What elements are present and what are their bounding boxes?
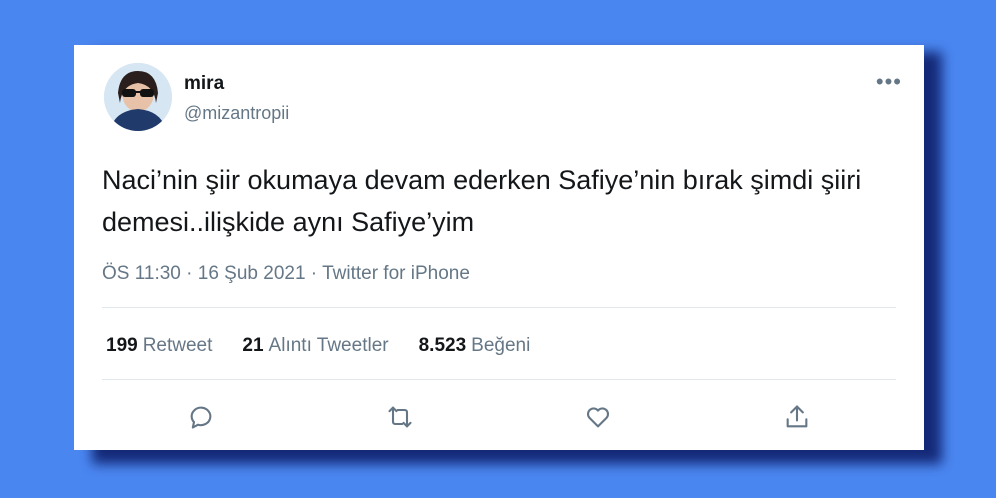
quote-label: Alıntı Tweetler — [268, 335, 389, 356]
tweet-card: mira @mizantropii ••• Naci’nin şiir okum… — [74, 45, 924, 450]
retweet-stat[interactable]: 199 Retweet — [106, 335, 212, 357]
more-icon[interactable]: ••• — [876, 69, 902, 95]
quote-count: 21 — [242, 335, 264, 356]
reply-icon[interactable] — [181, 397, 221, 437]
tweet-source[interactable]: Twitter for iPhone — [322, 263, 470, 284]
user-handle[interactable]: @mizantropii — [184, 103, 289, 124]
avatar[interactable] — [104, 63, 172, 131]
tweet-stats: 199 Retweet 21 Alıntı Tweetler 8.523 Beğeni — [106, 335, 530, 357]
quote-stat[interactable]: 21 Alıntı Tweetler — [242, 335, 388, 357]
retweet-label: Retweet — [142, 335, 213, 356]
like-label: Beğeni — [471, 335, 531, 356]
like-stat[interactable]: 8.523 Beğeni — [419, 335, 531, 357]
divider-top — [102, 307, 896, 308]
divider-bottom — [102, 379, 896, 380]
like-icon[interactable] — [578, 397, 618, 437]
action-bar — [102, 397, 896, 437]
like-count: 8.523 — [418, 335, 467, 356]
meta-separator: · — [305, 263, 323, 284]
tweet-text: Naci’nin şiir okumaya devam ederken Safi… — [102, 165, 862, 237]
tweet-meta: ÖS 11:30 · 16 Şub 2021 · Twitter for iPh… — [102, 263, 470, 285]
share-icon[interactable] — [777, 397, 817, 437]
user-name[interactable]: mira — [184, 73, 224, 95]
retweet-count: 199 — [106, 335, 138, 356]
tweet-timestamp[interactable]: ÖS 11:30 · 16 Şub 2021 — [102, 263, 306, 284]
retweet-icon[interactable] — [380, 397, 420, 437]
